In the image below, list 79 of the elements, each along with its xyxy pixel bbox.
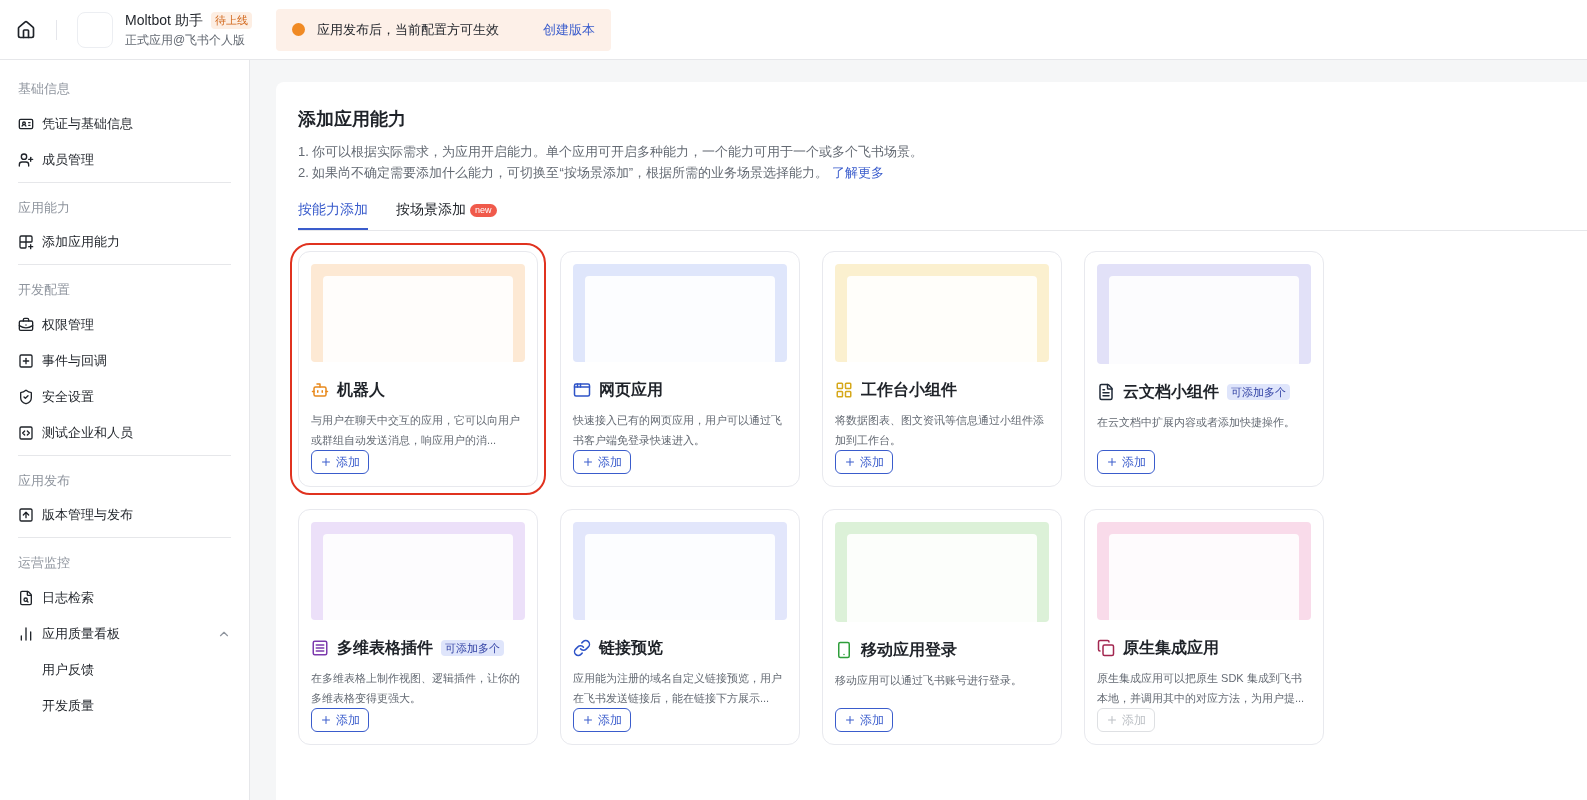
sidebar-item[interactable]: 日志检索 xyxy=(18,579,231,616)
section-title: 应用发布 xyxy=(18,471,71,490)
plus-icon xyxy=(582,714,594,726)
add-button[interactable]: 添加 xyxy=(311,708,369,732)
card-description: 在云文档中扩展内容或者添加快捷操作。 xyxy=(1097,415,1296,431)
card-title: 云文档小组件 xyxy=(1123,382,1219,403)
plus-icon xyxy=(1106,456,1118,468)
capability-card[interactable]: 云文档小组件 可添加多个 在云文档中扩展内容或者添加快捷操作。 添加 xyxy=(1084,251,1324,487)
sidebar-item[interactable]: 添加应用能力 xyxy=(18,224,231,260)
sidebar-item[interactable]: 事件与回调 xyxy=(18,342,231,379)
sidebar-item[interactable]: 安全设置 xyxy=(18,378,231,415)
new-badge: new xyxy=(470,203,497,218)
bar-chart-icon xyxy=(18,625,34,642)
sidebar-item[interactable]: 版本管理与发布 xyxy=(18,497,231,533)
note-text: 1. 你可以根据实际需求，为应用开启能力。单个应用可开启多种能力，一个能力可用于一个或多个飞书场景。 xyxy=(298,143,925,161)
page-title: 添加应用能力 xyxy=(298,108,407,131)
sidebar-subitem[interactable]: 用户反馈 xyxy=(18,651,231,688)
capability-card[interactable]: 多维表格插件 可添加多个 在多维表格上制作视图、逻辑插件，让你的多维表格变得更强大。 添加 xyxy=(298,509,538,745)
card-title: 移动应用登录 xyxy=(861,640,957,661)
briefcase-icon xyxy=(18,316,34,333)
create-version-link[interactable]: 创建版本 xyxy=(542,19,595,40)
plus-icon xyxy=(844,714,856,726)
capability-card[interactable]: 工作台小组件 将数据图表、图文资讯等信息通过小组件添加到工作台。 添加 xyxy=(822,251,1062,487)
grid-plus-icon xyxy=(18,234,34,250)
card-title: 链接预览 xyxy=(599,638,663,658)
sidebar-item[interactable]: 应用质量看板 xyxy=(18,615,231,652)
card-description: 应用能为注册的域名自定义链接预览，用户在飞书发送链接后，能在链接下方展示... xyxy=(573,671,783,706)
add-button[interactable]: 添加 xyxy=(573,450,631,474)
learn-more-link[interactable]: 了解更多 xyxy=(831,165,884,180)
warning-icon xyxy=(291,23,305,36)
note-text: 2. 如果尚不确定需要添加什么能力，可切换至“按场景添加”，根据所需的业务场景选择能力。 了解更多 xyxy=(298,164,885,182)
notice-text: 应用发布后，当前配置方可生效 xyxy=(316,20,499,39)
section-title: 运营监控 xyxy=(18,554,71,572)
capability-card[interactable]: 网页应用 快速接入已有的网页应用，用户可以通过飞书客户端免登录快速进入。 添加 xyxy=(560,251,800,487)
shield-check-icon xyxy=(18,388,34,405)
square-plus-icon xyxy=(18,352,34,369)
card-description: 在多维表格上制作视图、逻辑插件，让你的多维表格变得更强大。 xyxy=(311,671,521,706)
card-title: 原生集成应用 xyxy=(1123,638,1219,658)
sidebar-subitem[interactable]: 开发质量 xyxy=(18,687,231,724)
add-button[interactable]: 添加 xyxy=(835,450,893,474)
tab[interactable]: 按能力添加 xyxy=(298,199,368,230)
plus-icon xyxy=(844,456,856,468)
section-title: 基础信息 xyxy=(18,80,71,98)
section-title: 应用能力 xyxy=(18,198,71,217)
card-description: 与用户在聊天中交互的应用，它可以向用户或群组自动发送消息，响应用户的消... xyxy=(311,413,521,448)
code-icon xyxy=(18,424,34,441)
upload-icon xyxy=(18,507,34,523)
capability-card[interactable]: 移动应用登录 移动应用可以通过飞书账号进行登录。 添加 xyxy=(822,509,1062,745)
section-title: 开发配置 xyxy=(18,281,71,299)
add-button[interactable]: 添加 xyxy=(1097,450,1155,474)
sidebar-item[interactable]: 凭证与基础信息 xyxy=(18,105,231,142)
plus-icon xyxy=(1106,714,1118,726)
home-icon[interactable] xyxy=(16,19,36,40)
plus-icon xyxy=(320,714,332,726)
card-title: 工作台小组件 xyxy=(861,380,957,400)
card-title: 机器人 xyxy=(337,380,385,400)
file-search-icon xyxy=(18,589,34,606)
status-badge: 待上线 xyxy=(210,12,252,29)
card-description: 将数据图表、图文资讯等信息通过小组件添加到工作台。 xyxy=(835,413,1045,448)
sidebar-item[interactable]: 测试企业和人员 xyxy=(18,414,231,451)
multi-add-badge: 可添加多个 xyxy=(1227,383,1290,401)
plus-icon xyxy=(320,456,332,468)
user-plus-icon xyxy=(18,151,34,168)
add-button[interactable]: 添加 xyxy=(573,708,631,732)
tab[interactable]: 按场景添加 xyxy=(396,199,466,230)
card-description: 快速接入已有的网页应用，用户可以通过飞书客户端免登录快速进入。 xyxy=(573,413,783,448)
capability-card[interactable]: 链接预览 应用能为注册的域名自定义链接预览，用户在飞书发送链接后，能在链接下方展示... 添加 xyxy=(560,509,800,745)
multi-add-badge: 可添加多个 xyxy=(441,639,504,657)
card-title: 网页应用 xyxy=(599,380,663,400)
sidebar-item[interactable]: 权限管理 xyxy=(18,306,231,343)
card-description: 原生集成应用可以把原生 SDK 集成到飞书本地，并调用其中的对应方法，为用户提... xyxy=(1097,671,1306,706)
card-description: 移动应用可以通过飞书账号进行登录。 xyxy=(835,673,1023,689)
card-title: 多维表格插件 xyxy=(337,638,433,658)
app-name: Moltbot 助手 xyxy=(125,11,203,30)
sidebar-item[interactable]: 成员管理 xyxy=(18,141,231,178)
app-type: 正式应用@飞书个人版 xyxy=(125,32,247,49)
add-button[interactable]: 添加 xyxy=(835,708,893,732)
add-button[interactable]: 添加 xyxy=(311,450,369,474)
plus-icon xyxy=(582,456,594,468)
